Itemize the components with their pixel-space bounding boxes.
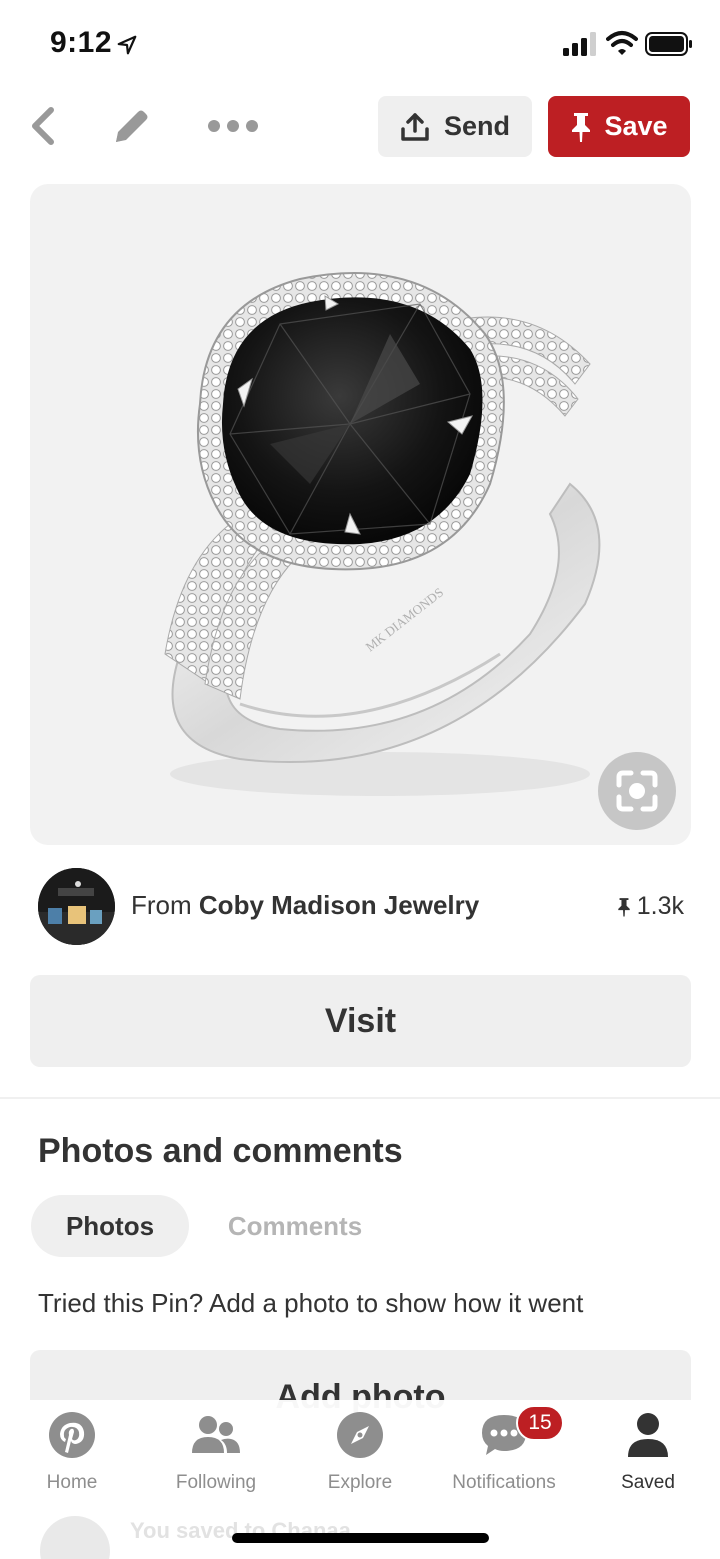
- pin-source-row[interactable]: From Coby Madison Jewelry 1.3k: [0, 866, 720, 948]
- compass-icon: [337, 1412, 383, 1458]
- status-bar: 9:12: [0, 0, 720, 90]
- tried-pin-prompt: Tried this Pin? Add a photo to show how …: [38, 1288, 584, 1318]
- ring-photo: MK DIAMONDS: [164, 272, 601, 796]
- bottom-tab-bar: Home Following Explore Notifications Sav…: [0, 1400, 720, 1510]
- save-count-value: 1.3k: [636, 892, 684, 920]
- back-chevron-icon[interactable]: [26, 106, 62, 146]
- tab-notifications-label: Notifications: [452, 1472, 556, 1493]
- battery-icon: [645, 32, 692, 56]
- visual-search-button[interactable]: [598, 752, 676, 830]
- source-attribution[interactable]: From Coby Madison Jewelry: [131, 890, 479, 921]
- visit-button[interactable]: Visit: [30, 975, 691, 1067]
- tab-comments[interactable]: Comments: [200, 1195, 390, 1257]
- below-fold-avatar: [40, 1516, 110, 1559]
- pinterest-logo-icon: [49, 1412, 95, 1458]
- tab-following-label: Following: [175, 1472, 257, 1493]
- section-divider: [0, 1097, 720, 1099]
- ring-engraving: MK DIAMONDS: [363, 585, 447, 655]
- wifi-icon: [606, 31, 638, 55]
- tab-explore-label: Explore: [327, 1472, 393, 1493]
- save-count: 1.3k: [617, 892, 684, 921]
- notification-badge: 15: [516, 1405, 564, 1441]
- location-arrow-icon: [117, 35, 137, 55]
- pencil-icon[interactable]: [110, 106, 152, 148]
- send-button-label: Send: [443, 111, 510, 141]
- source-from-label: From: [131, 890, 192, 920]
- visual-search-icon: [616, 770, 658, 812]
- pin-image[interactable]: MK DIAMONDS: [30, 184, 691, 845]
- section-title: Photos and comments: [38, 1132, 403, 1170]
- source-avatar[interactable]: [38, 868, 115, 945]
- pushpin-icon: [572, 112, 591, 142]
- source-name[interactable]: Coby Madison Jewelry: [199, 890, 479, 920]
- profile-icon: [628, 1413, 668, 1457]
- share-upload-icon: [401, 112, 429, 141]
- tab-home[interactable]: Home: [0, 1410, 144, 1500]
- people-icon: [192, 1416, 240, 1453]
- send-button[interactable]: Send: [378, 96, 532, 157]
- signal-icon: [563, 32, 596, 56]
- visit-button-label: Visit: [324, 1001, 397, 1040]
- save-button-label: Save: [604, 111, 668, 141]
- pushpin-icon: [618, 897, 630, 917]
- tab-saved[interactable]: Saved: [576, 1410, 720, 1500]
- tab-saved-label: Saved: [621, 1472, 675, 1493]
- more-dots-icon[interactable]: [206, 114, 260, 138]
- tab-explore[interactable]: Explore: [288, 1410, 432, 1500]
- save-button[interactable]: Save: [548, 96, 690, 157]
- tab-home-label: Home: [46, 1472, 98, 1493]
- tab-photos[interactable]: Photos: [31, 1195, 189, 1257]
- home-indicator[interactable]: [232, 1533, 489, 1543]
- pin-toolbar: Send Save: [0, 90, 720, 164]
- status-time: 9:12: [50, 26, 113, 59]
- tab-following[interactable]: Following: [144, 1410, 288, 1500]
